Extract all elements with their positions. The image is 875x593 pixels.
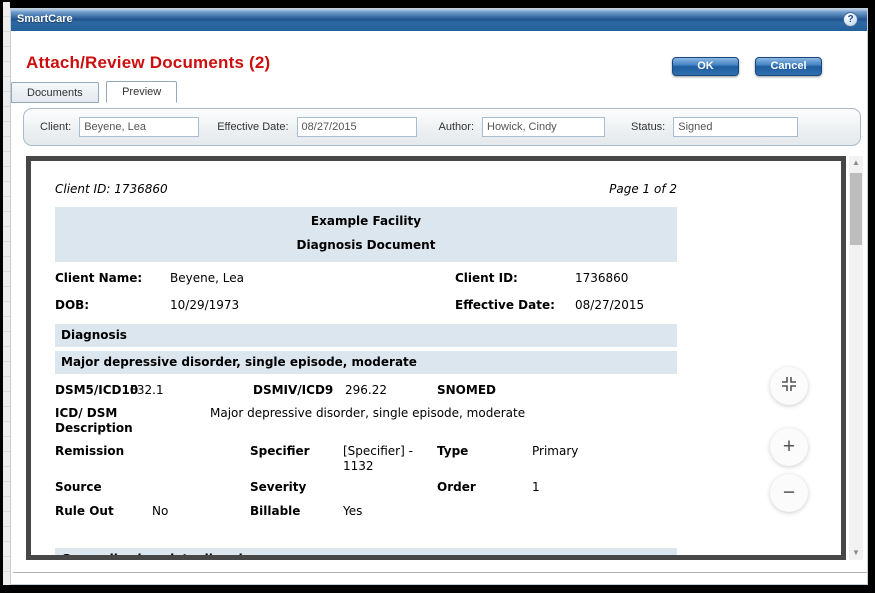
cancel-button[interactable]: Cancel bbox=[755, 57, 822, 76]
rule-out-label: Rule Out bbox=[55, 504, 152, 518]
dob-value: 10/29/1973 bbox=[170, 298, 455, 312]
client-label: Client: bbox=[40, 121, 71, 133]
effective-date-doc-value: 08/27/2015 bbox=[575, 298, 677, 312]
icd-dsm-description-value: Major depressive disorder, single episod… bbox=[210, 406, 525, 436]
client-id-value: 1736860 bbox=[575, 271, 677, 285]
severity-label: Severity bbox=[250, 480, 437, 494]
rule-out-value: No bbox=[152, 504, 250, 518]
document-meta-bar: Client: Effective Date: Author: Status: bbox=[23, 108, 861, 146]
specifier-value: [Specifier] - 1132 bbox=[343, 444, 437, 474]
document-title-block: Example Facility Diagnosis Document bbox=[55, 207, 677, 262]
source-row: Source Severity Order 1 bbox=[55, 480, 677, 494]
remission-label: Remission bbox=[55, 444, 250, 474]
diagnosis-2-header: Generalized anxiety disorder bbox=[55, 548, 677, 560]
doc-client-id-line: Client ID: 1736860 bbox=[55, 182, 168, 196]
order-value: 1 bbox=[532, 480, 540, 494]
client-name-label: Client Name: bbox=[55, 271, 170, 285]
description-row: ICD/ DSM Description Major depressive di… bbox=[55, 406, 677, 436]
zoom-out-button[interactable]: − bbox=[770, 474, 808, 512]
document-type-title: Diagnosis Document bbox=[55, 238, 677, 252]
source-label: Source bbox=[55, 480, 250, 494]
tab-preview[interactable]: Preview bbox=[106, 81, 177, 103]
effective-date-label: Effective Date: bbox=[217, 121, 288, 133]
order-label: Order bbox=[437, 480, 532, 494]
remission-row: Remission Specifier [Specifier] - 1132 T… bbox=[55, 444, 677, 474]
snomed-label: SNOMED bbox=[437, 383, 496, 397]
dsm5-value: F32.1 bbox=[130, 383, 253, 397]
client-name-value: Beyene, Lea bbox=[170, 271, 455, 285]
effective-date-input[interactable] bbox=[297, 117, 417, 137]
dob-label: DOB: bbox=[55, 298, 170, 312]
type-label: Type bbox=[437, 444, 532, 474]
status-input[interactable] bbox=[673, 117, 798, 137]
preview-scrollbar[interactable]: ▲ ▼ bbox=[849, 156, 863, 560]
document-page: Client ID: 1736860 Page 1 of 2 Example F… bbox=[26, 156, 846, 560]
dsm5-label: DSM5/ICD10 bbox=[55, 383, 130, 397]
fit-to-screen-button[interactable] bbox=[770, 367, 808, 405]
zoom-in-button[interactable]: + bbox=[770, 428, 808, 466]
tab-documents[interactable]: Documents bbox=[11, 82, 99, 103]
scroll-up-icon[interactable]: ▲ bbox=[849, 156, 863, 170]
scrollbar-thumb[interactable] bbox=[850, 173, 862, 245]
icd-dsm-description-label: ICD/ DSM Description bbox=[55, 406, 210, 436]
attach-review-documents-dialog: SmartCare ? Attach/Review Documents (2) … bbox=[10, 8, 868, 585]
author-input[interactable] bbox=[482, 117, 605, 137]
client-info-grid: Client Name: Beyene, Lea Client ID: 1736… bbox=[55, 271, 677, 312]
help-icon[interactable]: ? bbox=[843, 12, 858, 27]
effective-date-doc-label: Effective Date: bbox=[455, 298, 575, 312]
plus-icon: + bbox=[783, 435, 795, 459]
dsmiv-value: 296.22 bbox=[345, 383, 437, 397]
screen: SmartCare ? Attach/Review Documents (2) … bbox=[0, 0, 875, 593]
diagnosis-section-header: Diagnosis bbox=[55, 324, 677, 347]
dsm-codes-row: DSM5/ICD10 F32.1 DSMIV/ICD9 296.22 SNOME… bbox=[55, 383, 677, 397]
billable-label: Billable bbox=[250, 504, 343, 518]
window-titlebar: SmartCare ? bbox=[11, 9, 867, 31]
window-title: SmartCare bbox=[11, 9, 867, 25]
client-input[interactable] bbox=[79, 117, 199, 137]
ok-button[interactable]: OK bbox=[672, 57, 739, 76]
document-content: Client ID: 1736860 Page 1 of 2 Example F… bbox=[31, 161, 677, 560]
dsmiv-label: DSMIV/ICD9 bbox=[253, 383, 345, 397]
diagnosis-1-header: Major depressive disorder, single episod… bbox=[55, 351, 677, 374]
scroll-down-icon[interactable]: ▼ bbox=[849, 546, 863, 560]
tab-bar: Documents Preview bbox=[11, 81, 180, 102]
author-label: Author: bbox=[439, 121, 474, 133]
status-label: Status: bbox=[631, 121, 665, 133]
document-preview-pane: Client ID: 1736860 Page 1 of 2 Example F… bbox=[13, 151, 867, 573]
rule-out-row: Rule Out No Billable Yes bbox=[55, 504, 677, 518]
minus-icon: − bbox=[783, 481, 795, 505]
document-topline: Client ID: 1736860 Page 1 of 2 bbox=[55, 182, 677, 196]
page-title: Attach/Review Documents (2) bbox=[26, 53, 270, 73]
type-value: Primary bbox=[532, 444, 578, 474]
specifier-label: Specifier bbox=[250, 444, 343, 474]
billable-value: Yes bbox=[343, 504, 362, 518]
facility-name: Example Facility bbox=[55, 214, 677, 228]
doc-page-number: Page 1 of 2 bbox=[609, 182, 677, 196]
fit-to-screen-icon bbox=[781, 376, 797, 397]
background-page-sliver bbox=[3, 2, 10, 585]
client-id-label: Client ID: bbox=[455, 271, 575, 285]
